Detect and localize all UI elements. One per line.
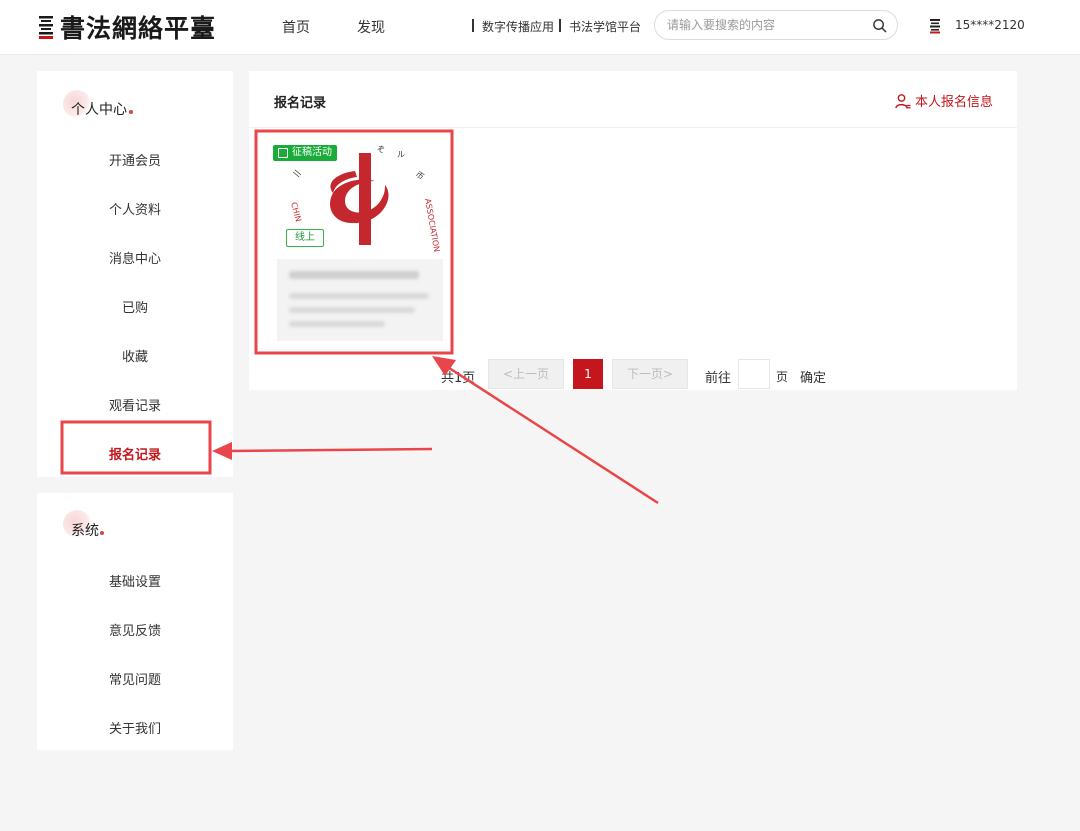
system-panel: 系统 基础设置 意见反馈 常见问题 关于我们 [37, 493, 233, 750]
section-dot [100, 531, 104, 535]
self-info-label: 本人报名信息 [914, 95, 993, 110]
sidebar-item-feedback[interactable]: 意见反馈 [37, 620, 233, 639]
sidebar-item-messages[interactable]: 消息中心 [37, 248, 233, 267]
tag-online: 线上 [286, 229, 324, 247]
user-phone[interactable]: 15****2120 [955, 18, 1025, 32]
pagination-page-input[interactable] [738, 359, 770, 389]
arrow-line-sidebar [227, 447, 433, 453]
sidebar-item-faq[interactable]: 常见问题 [37, 669, 233, 688]
pagination-next-button[interactable]: 下一页> [612, 359, 688, 389]
tag-type-label: 征稿活动 [292, 147, 332, 158]
search-icon[interactable] [872, 18, 887, 33]
pagination-prev-button[interactable]: <上一页 [488, 359, 564, 389]
svg-text:ぞ: ぞ [377, 145, 385, 154]
sidebar-item-basic-settings[interactable]: 基础设置 [37, 571, 233, 590]
site-logo[interactable]: 書法網絡平臺 [38, 12, 217, 43]
sidebar-item-purchased[interactable]: 已购 [37, 297, 233, 316]
personal-center-title: 个人中心 [71, 102, 127, 118]
sidebar-item-watch-history[interactable]: 观看记录 [37, 395, 233, 414]
sidebar-item-membership[interactable]: 开通会员 [37, 150, 233, 169]
pagination-goto-label: 前往 [705, 371, 732, 386]
link-academy[interactable]: 书法学馆平台 [569, 18, 641, 35]
divider [472, 19, 474, 32]
document-icon [278, 148, 288, 158]
search-input[interactable] [667, 17, 857, 33]
sidebar-item-favorites[interactable]: 收藏 [37, 346, 233, 365]
page-title: 报名记录 [274, 96, 327, 111]
divider [249, 127, 1017, 128]
section-dot [129, 110, 133, 114]
user-badge-icon[interactable] [929, 18, 941, 34]
card-info-blurred [277, 259, 443, 341]
nav-discover[interactable]: 发现 [357, 17, 385, 37]
link-digital-app[interactable]: 数字传播应用 [482, 18, 554, 35]
logo-text: 書法網絡平臺 [60, 14, 217, 43]
system-title: 系统 [71, 523, 99, 539]
tag-call-for-submissions: 征稿活动 [273, 145, 337, 161]
logo-mark-icon [39, 16, 53, 39]
pagination-unit-label: 页 [776, 370, 789, 384]
divider [559, 19, 561, 32]
pagination-total: 共1页 [441, 371, 476, 386]
nav-home[interactable]: 首页 [282, 17, 310, 37]
personal-center-panel: 个人中心 开通会员 个人资料 消息中心 已购 收藏 观看记录 报名记录 [37, 71, 233, 477]
svg-text:ル: ル [397, 150, 405, 159]
activity-card[interactable]: || ぞ ル 币 CHIN ASSOCIATION 征稿活动 线上 [273, 137, 445, 347]
pagination-page-1[interactable]: 1 [573, 359, 603, 389]
pagination-confirm-button[interactable]: 确定 [800, 367, 826, 386]
sidebar-item-about[interactable]: 关于我们 [37, 718, 233, 737]
top-header: 書法網絡平臺 首页 发现 数字传播应用 书法学馆平台 15****2120 [0, 0, 1080, 55]
sidebar-item-profile[interactable]: 个人资料 [37, 199, 233, 218]
sidebar-item-registrations[interactable]: 报名记录 [37, 444, 233, 463]
self-info-link[interactable]: 本人报名信息 [895, 91, 993, 110]
user-info-icon [895, 93, 911, 108]
search-box [654, 10, 898, 40]
